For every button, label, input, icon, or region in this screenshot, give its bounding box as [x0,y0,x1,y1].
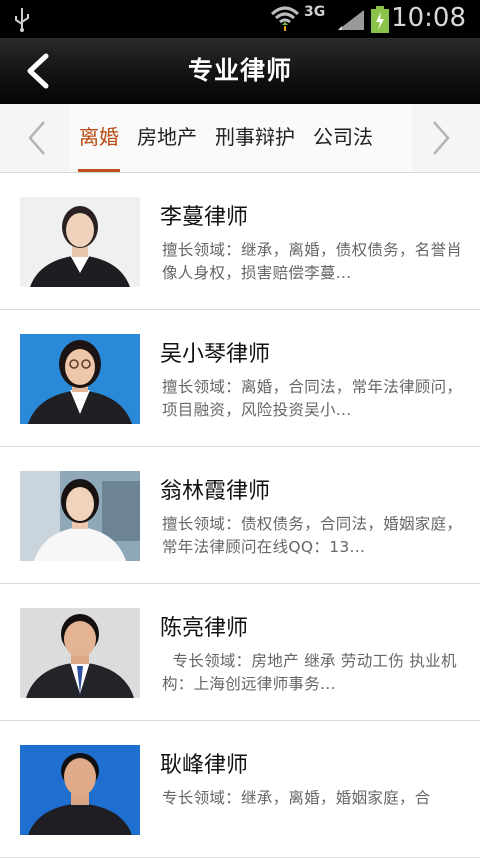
tab-corporate-law[interactable]: 公司法 [304,104,382,172]
category-tab-bar: 离婚 房地产 刑事辩护 公司法 [0,104,480,173]
status-bar: 3G 10:08 [0,0,480,38]
network-type: 3G [304,4,326,20]
tab-criminal-defense[interactable]: 刑事辩护 [206,104,304,172]
list-item[interactable]: 耿峰律师 专长领域：继承，离婚，婚姻家庭，合 [0,721,480,858]
status-clock: 10:08 [391,3,466,33]
lawyer-description: 擅长领域：债权债务，合同法，婚姻家庭，常年法律顾问在线QQ：13... [162,515,463,556]
lawyer-name: 耿峰律师 [160,753,249,778]
usb-icon [12,6,32,36]
lawyer-photo [20,197,140,287]
chevron-left-icon[interactable] [22,118,52,158]
tab-divorce[interactable]: 离婚 [70,104,128,172]
list-item[interactable]: 吴小琴律师 擅长领域：离婚，合同法，常年法律顾问，项目融资，风险投资吴小... [0,310,480,447]
battery-icon [370,6,390,38]
back-chevron-icon[interactable] [22,52,54,90]
wifi-icon [270,4,300,36]
lawyer-name: 吴小琴律师 [160,342,271,367]
title-bar: 专业律师 [0,38,480,104]
lawyer-description: 擅长领域：离婚，合同法，常年法律顾问，项目融资，风险投资吴小... [162,378,463,419]
lawyer-photo [20,334,140,424]
page-title: 专业律师 [187,56,292,85]
signal-icon [336,8,366,36]
lawyer-photo [20,471,140,561]
category-tabs: 离婚 房地产 刑事辩护 公司法 [70,104,412,172]
list-item[interactable]: 陈亮律师 专长领域：房地产 继承 劳动工伤 执业机构：上海创远律师事务... [0,584,480,721]
list-item[interactable]: 翁林霞律师 擅长领域：债权债务，合同法，婚姻家庭，常年法律顾问在线QQ：13..… [0,447,480,584]
tab-real-estate[interactable]: 房地产 [128,104,206,172]
lawyer-list: 李蔓律师 擅长领域：继承，离婚，债权债务，名誉肖像人身权，损害赔偿李蔓... 吴… [0,173,480,858]
lawyer-photo [20,745,140,835]
list-item[interactable]: 李蔓律师 擅长领域：继承，离婚，债权债务，名誉肖像人身权，损害赔偿李蔓... [0,173,480,310]
lawyer-photo [20,608,140,698]
lawyer-description: 专长领域：继承，离婚，婚姻家庭，合 [162,789,431,807]
lawyer-description: 专长领域：房地产 继承 劳动工伤 执业机构：上海创远律师事务... [162,652,457,693]
lawyer-name: 陈亮律师 [160,616,249,641]
lawyer-name: 翁林霞律师 [160,479,271,504]
chevron-right-icon[interactable] [426,118,456,158]
lawyer-description: 擅长领域：继承，离婚，债权债务，名誉肖像人身权，损害赔偿李蔓... [162,241,463,282]
lawyer-name: 李蔓律师 [160,205,249,230]
